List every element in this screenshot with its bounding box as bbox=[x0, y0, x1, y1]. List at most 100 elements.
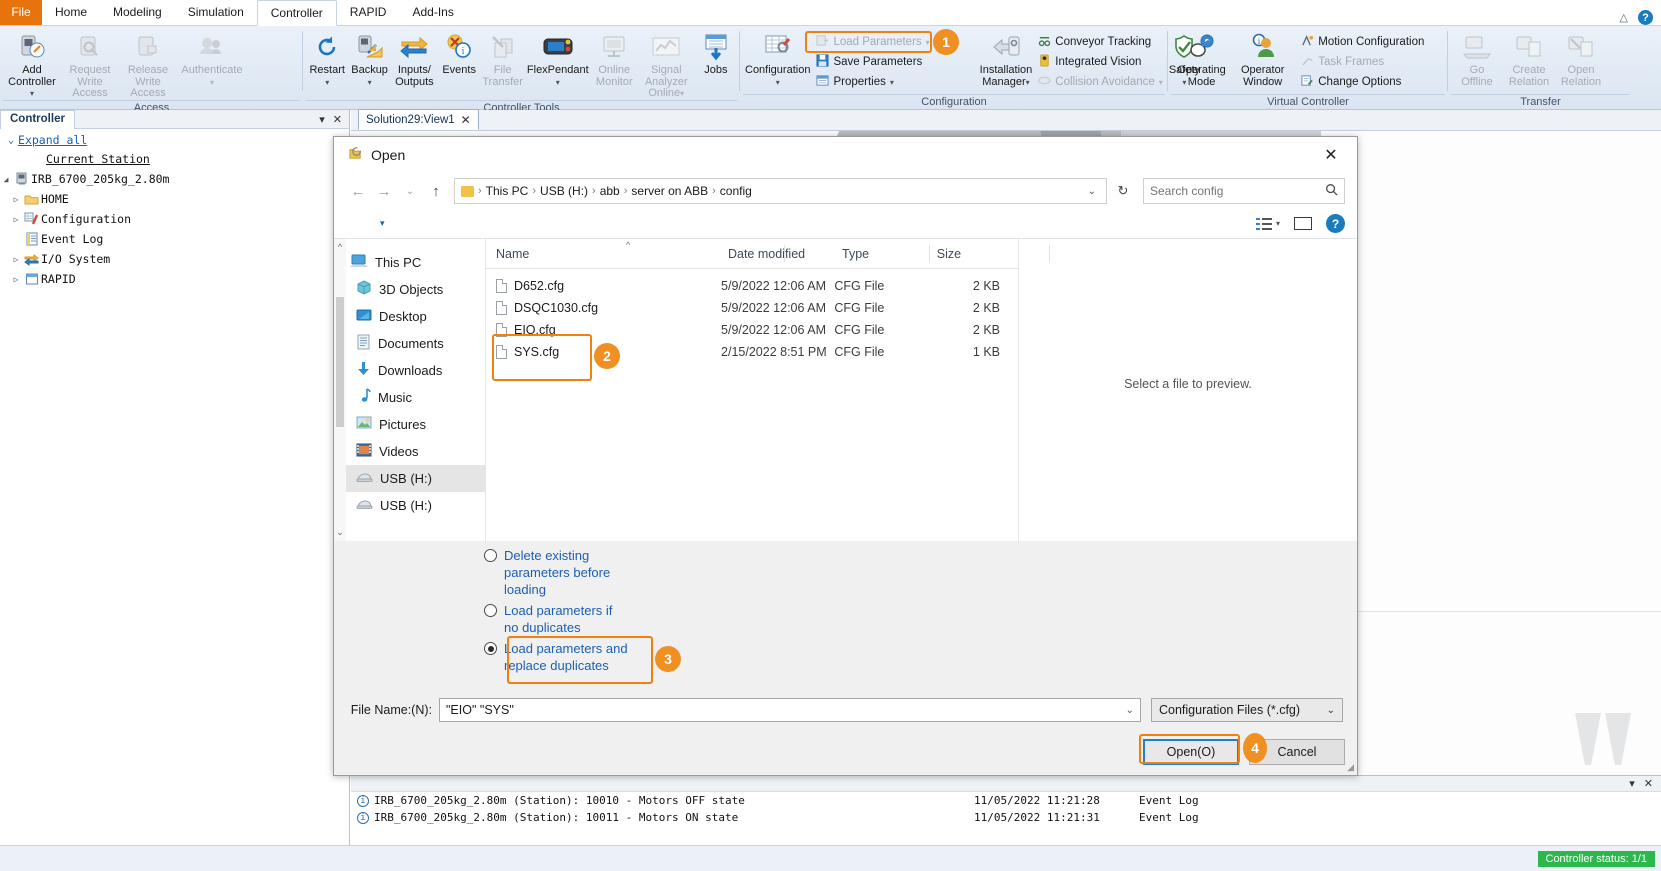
breadcrumb-server-on-abb[interactable]: server on ABB bbox=[628, 184, 711, 198]
events-button[interactable]: i Events bbox=[438, 30, 480, 77]
close-icon[interactable]: ✕ bbox=[1644, 777, 1653, 790]
expand-all-link[interactable]: Expand all bbox=[18, 133, 87, 147]
change-options-button[interactable]: Change Options bbox=[1297, 73, 1445, 91]
create-relation-button[interactable]: Create Relation bbox=[1503, 30, 1555, 88]
backup-button[interactable]: Backup ▾ bbox=[348, 30, 390, 88]
add-controller-button[interactable]: Add Controller ▾ bbox=[3, 30, 61, 100]
column-header-size[interactable]: Size bbox=[927, 247, 1018, 261]
resize-grip-icon[interactable]: ◢ bbox=[1347, 762, 1354, 773]
breadcrumb-usb-h[interactable]: USB (H:) bbox=[537, 184, 591, 198]
document-tab-solution29-view1[interactable]: Solution29:View1 ✕ bbox=[358, 109, 479, 130]
tree-item-event-log[interactable]: Event Log bbox=[0, 229, 349, 249]
file-name-cell[interactable]: D652.cfg bbox=[486, 279, 721, 293]
panel-menu-icon[interactable]: ▾ bbox=[1629, 777, 1635, 790]
help-icon[interactable]: ? bbox=[1326, 214, 1345, 233]
minimize-ribbon-icon[interactable]: △ bbox=[1620, 11, 1628, 24]
tree-item-io-system[interactable]: ▷ I/O System bbox=[0, 249, 349, 269]
save-parameters-button[interactable]: Save Parameters bbox=[812, 53, 933, 71]
sidebar-item-videos[interactable]: Videos bbox=[334, 438, 485, 465]
table-row[interactable]: D652.cfg 5/9/2022 12:06 AM CFG File 2 KB bbox=[486, 275, 1018, 297]
forward-button[interactable]: → bbox=[372, 178, 396, 204]
open-button[interactable]: Open(O) bbox=[1143, 739, 1239, 765]
search-icon[interactable] bbox=[1325, 183, 1338, 199]
chevron-down-icon[interactable]: ▾ bbox=[1026, 78, 1030, 87]
go-offline-button[interactable]: Go Offline bbox=[1451, 30, 1503, 88]
scroll-down-icon[interactable]: ⌄ bbox=[336, 527, 344, 538]
collision-avoidance-button[interactable]: Collision Avoidance ▾ bbox=[1034, 73, 1167, 91]
file-type-filter-select[interactable]: Configuration Files (*.cfg) ⌄ bbox=[1151, 698, 1343, 722]
filename-input[interactable]: "EIO" "SYS" ⌄ bbox=[439, 698, 1141, 722]
column-header-name[interactable]: Name bbox=[486, 247, 718, 261]
search-input[interactable] bbox=[1150, 184, 1325, 198]
back-button[interactable]: ← bbox=[346, 178, 370, 204]
tree-item-controller[interactable]: ◢ IRB_6700_205kg_2.80m bbox=[0, 169, 349, 189]
configuration-button[interactable]: Configuration ▾ bbox=[743, 30, 812, 88]
search-box[interactable] bbox=[1143, 178, 1345, 204]
close-icon[interactable]: ✕ bbox=[333, 113, 342, 126]
chevron-down-icon[interactable]: ⌄ bbox=[1084, 186, 1100, 197]
up-button[interactable]: ↑ bbox=[424, 178, 448, 204]
tab-modeling[interactable]: Modeling bbox=[100, 0, 175, 25]
organize-dropdown-icon[interactable]: ▾ bbox=[346, 218, 385, 229]
option-delete-existing[interactable]: Delete existing parameters before loadin… bbox=[484, 547, 1357, 598]
restart-button[interactable]: Restart ▾ bbox=[306, 30, 348, 88]
chevron-down-icon[interactable]: ▾ bbox=[776, 77, 780, 89]
open-relation-button[interactable]: Open Relation bbox=[1555, 30, 1607, 88]
chevron-down-icon[interactable]: ▾ bbox=[926, 38, 930, 47]
sidebar-item-usb-h-second[interactable]: USB (H:) bbox=[334, 492, 485, 519]
preview-pane-icon[interactable] bbox=[1294, 217, 1312, 230]
tree-item-home[interactable]: ▷ HOME bbox=[0, 189, 349, 209]
sidebar-item-documents[interactable]: Documents bbox=[334, 330, 485, 357]
sidebar-scrollbar[interactable]: ^ ⌄ bbox=[334, 239, 346, 541]
close-icon[interactable]: ✕ bbox=[461, 113, 471, 127]
chevron-down-icon[interactable]: ▾ bbox=[210, 77, 214, 89]
controller-panel-tab[interactable]: Controller bbox=[0, 110, 75, 129]
tab-controller[interactable]: Controller bbox=[257, 0, 337, 26]
sidebar-item-desktop[interactable]: Desktop bbox=[334, 303, 485, 330]
tab-rapid[interactable]: RAPID bbox=[337, 0, 400, 25]
breadcrumb-this-pc[interactable]: This PC bbox=[483, 184, 532, 198]
tree-item-current-station[interactable]: Current Station bbox=[0, 149, 349, 169]
expander-icon[interactable]: ▷ bbox=[10, 275, 22, 284]
event-log-row[interactable]: i IRB_6700_205kg_2.80m (Station): 10010 … bbox=[351, 792, 1661, 809]
radio-load-and-replace[interactable] bbox=[484, 642, 497, 655]
load-parameters-button[interactable]: Load Parameters ▾ bbox=[812, 33, 933, 51]
operating-mode-button[interactable]: Operating Mode bbox=[1171, 30, 1232, 88]
option-load-if-no-duplicates[interactable]: Load parameters if no duplicates bbox=[484, 602, 1357, 636]
sidebar-item-3d-objects[interactable]: 3D Objects bbox=[334, 276, 485, 303]
scroll-up-icon[interactable]: ^ bbox=[336, 242, 344, 252]
motion-configuration-button[interactable]: Motion Configuration bbox=[1297, 33, 1445, 51]
conveyor-tracking-button[interactable]: Conveyor Tracking bbox=[1034, 33, 1167, 51]
sidebar-item-this-pc[interactable]: This PC bbox=[334, 249, 485, 276]
expander-icon[interactable]: ◢ bbox=[0, 175, 12, 184]
expander-icon[interactable]: ▷ bbox=[10, 255, 22, 264]
help-icon[interactable]: ? bbox=[1638, 10, 1653, 25]
installation-manager-button[interactable]: Installation Manager▾ bbox=[978, 30, 1035, 88]
tab-file[interactable]: File bbox=[0, 0, 42, 25]
expander-icon[interactable]: ▷ bbox=[10, 215, 22, 224]
chevron-down-icon[interactable]: ▾ bbox=[556, 77, 560, 89]
flexpendant-button[interactable]: FlexPendant ▾ bbox=[525, 30, 591, 88]
table-row[interactable]: DSQC1030.cfg 5/9/2022 12:06 AM CFG File … bbox=[486, 297, 1018, 319]
file-transfer-button[interactable]: File Transfer bbox=[480, 30, 525, 88]
breadcrumb-config[interactable]: config bbox=[717, 184, 755, 198]
chevron-down-icon[interactable]: ▾ bbox=[325, 77, 329, 89]
sidebar-item-downloads[interactable]: Downloads bbox=[334, 357, 485, 384]
file-name-cell[interactable]: DSQC1030.cfg bbox=[486, 301, 721, 315]
integrated-vision-button[interactable]: Integrated Vision bbox=[1034, 53, 1167, 71]
view-options-button[interactable]: ▾ bbox=[1256, 218, 1280, 230]
chevron-down-icon[interactable]: ▾ bbox=[30, 89, 34, 98]
release-write-access-button[interactable]: Release Write Access bbox=[119, 30, 177, 100]
scrollbar-thumb[interactable] bbox=[336, 297, 344, 427]
tab-home[interactable]: Home bbox=[42, 0, 100, 25]
properties-button[interactable]: Properties ▾ bbox=[812, 73, 933, 91]
online-monitor-button[interactable]: Online Monitor bbox=[591, 30, 638, 88]
task-frames-button[interactable]: Task Frames bbox=[1297, 53, 1445, 71]
chevron-down-icon[interactable]: ▾ bbox=[1276, 219, 1280, 228]
table-row[interactable]: EIO.cfg 5/9/2022 12:06 AM CFG File 2 KB bbox=[486, 319, 1018, 341]
sidebar-item-music[interactable]: Music bbox=[334, 384, 485, 411]
radio-load-if-no-duplicates[interactable] bbox=[484, 604, 497, 617]
column-header-date-modified[interactable]: Date modified bbox=[718, 247, 832, 261]
chevron-down-icon[interactable]: ▾ bbox=[368, 77, 372, 89]
signal-analyzer-online-button[interactable]: Signal Analyzer Online▾ bbox=[638, 30, 695, 100]
